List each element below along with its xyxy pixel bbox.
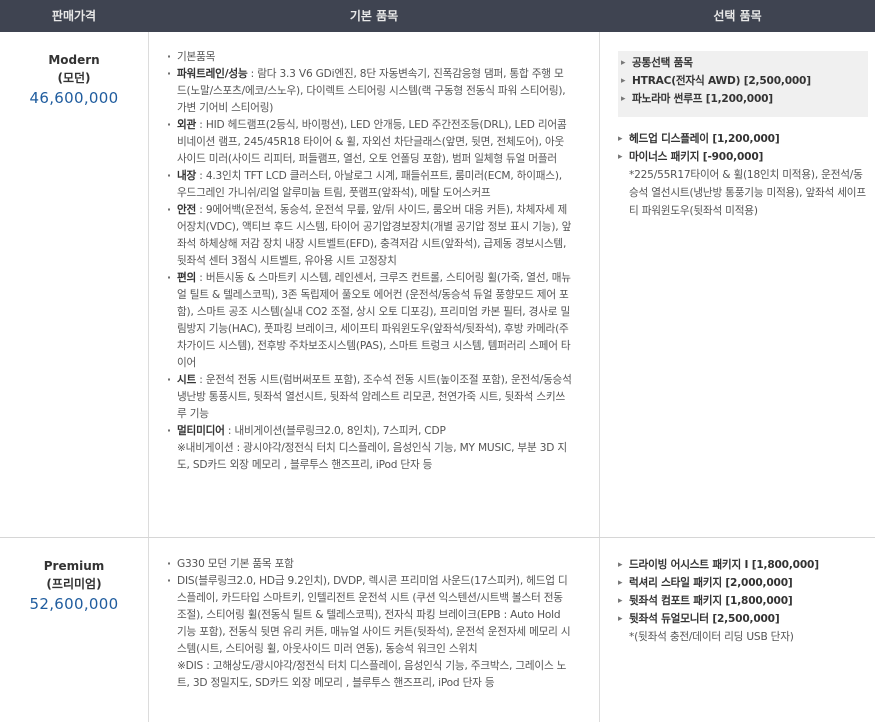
list-item: 멀티미디어 : 내비게이션(블루링크2.0, 8인치), 7스피커, CDP※내… xyxy=(166,423,572,474)
list-item: 마이너스 패키지 [-900,000]*225/55R17타이어 & 휠(18인… xyxy=(618,148,868,220)
list-item-note: ※DIS : 고해상도/광시야각/정전식 터치 디스플레이, 음성인식 기능, … xyxy=(177,660,567,689)
trim-premium: Premium (프리미엄) 52,600,000 xyxy=(0,557,148,615)
basic-items-list: 기본품목 파워트레인/성능 : 람다 3.3 V6 GDi엔진, 8단 자동변속… xyxy=(166,49,572,474)
list-item: HTRAC(전자식 AWD) [2,500,000] xyxy=(621,72,868,90)
row-divider xyxy=(0,537,875,538)
list-item: 럭셔리 스타일 패키지 [2,000,000] xyxy=(618,574,868,592)
list-item: 기본품목 xyxy=(166,49,572,66)
list-item: 뒷좌석 컴포트 패키지 [1,800,000] xyxy=(618,592,868,610)
header-basic-items: 기본 품목 xyxy=(349,9,399,23)
header-option-items: 선택 품목 xyxy=(713,9,762,23)
trim-name-korean: (프리미엄) xyxy=(46,577,102,591)
list-item: G330 모던 기본 품목 포함 xyxy=(166,556,572,573)
trim-price: 46,600,000 xyxy=(29,89,119,107)
list-item: 헤드업 디스플레이 [1,200,000] xyxy=(618,130,868,148)
list-item: 내장 : 4.3인치 TFT LCD 클러스터, 아날로그 시계, 패들쉬프트,… xyxy=(166,168,572,202)
list-item: 시트 : 운전석 전동 시트(럼버써포트 포함), 조수석 전동 시트(높이조절… xyxy=(166,372,572,423)
trim-name-korean: (모던) xyxy=(57,71,91,85)
header-price: 판매가격 xyxy=(51,9,97,23)
list-item: 안전 : 9에어백(운전석, 동승석, 운전석 무릎, 앞/뒤 사이드, 룸오버… xyxy=(166,202,572,270)
list-item-note: *225/55R17타이어 & 휠(18인치 미적용), 운전석/동승석 열선시… xyxy=(629,169,866,217)
list-item: 드라이빙 어시스트 패키지 I [1,800,000] xyxy=(618,556,868,574)
list-item: 편의 : 버튼시동 & 스마트키 시스템, 레인센서, 크루즈 컨트롤, 스티어… xyxy=(166,270,572,372)
trim-price: 52,600,000 xyxy=(29,595,119,613)
trim-name: Premium xyxy=(43,559,105,573)
option-items-list: 드라이빙 어시스트 패키지 I [1,800,000] 럭셔리 스타일 패키지 … xyxy=(618,556,868,646)
column-divider xyxy=(148,32,149,722)
list-item: 파워트레인/성능 : 람다 3.3 V6 GDi엔진, 8단 자동변속기, 진폭… xyxy=(166,66,572,117)
list-item: 뒷좌석 듀얼모니터 [2,500,000]*(뒷좌석 충전/데이터 리딩 USB… xyxy=(618,610,868,646)
trim-name: Modern xyxy=(48,53,100,67)
trim-modern: Modern (모던) 46,600,000 xyxy=(0,51,148,109)
common-options-box: 공통선택 품목 HTRAC(전자식 AWD) [2,500,000] 파노라마 … xyxy=(618,51,868,117)
list-item: 파노라마 썬루프 [1,200,000] xyxy=(621,90,868,108)
table-header: 판매가격 기본 품목 선택 품목 xyxy=(0,0,875,32)
list-item-note: ※내비게이션 : 광시야각/정전식 터치 디스플레이, 음성인식 기능, MY … xyxy=(177,442,567,471)
list-item-note: *(뒷좌석 충전/데이터 리딩 USB 단자) xyxy=(629,631,794,643)
option-items-list: 헤드업 디스플레이 [1,200,000] 마이너스 패키지 [-900,000… xyxy=(618,130,868,220)
basic-items-list: G330 모던 기본 품목 포함 DIS(블루링크2.0, HD급 9.2인치)… xyxy=(166,556,572,692)
list-item: 공통선택 품목 xyxy=(621,54,868,72)
column-divider xyxy=(599,32,600,722)
list-item: DIS(블루링크2.0, HD급 9.2인치), DVDP, 렉시콘 프리미엄 … xyxy=(166,573,572,692)
list-item: 외관 : HID 헤드램프(2등식, 바이펑션), LED 안개등, LED 주… xyxy=(166,117,572,168)
